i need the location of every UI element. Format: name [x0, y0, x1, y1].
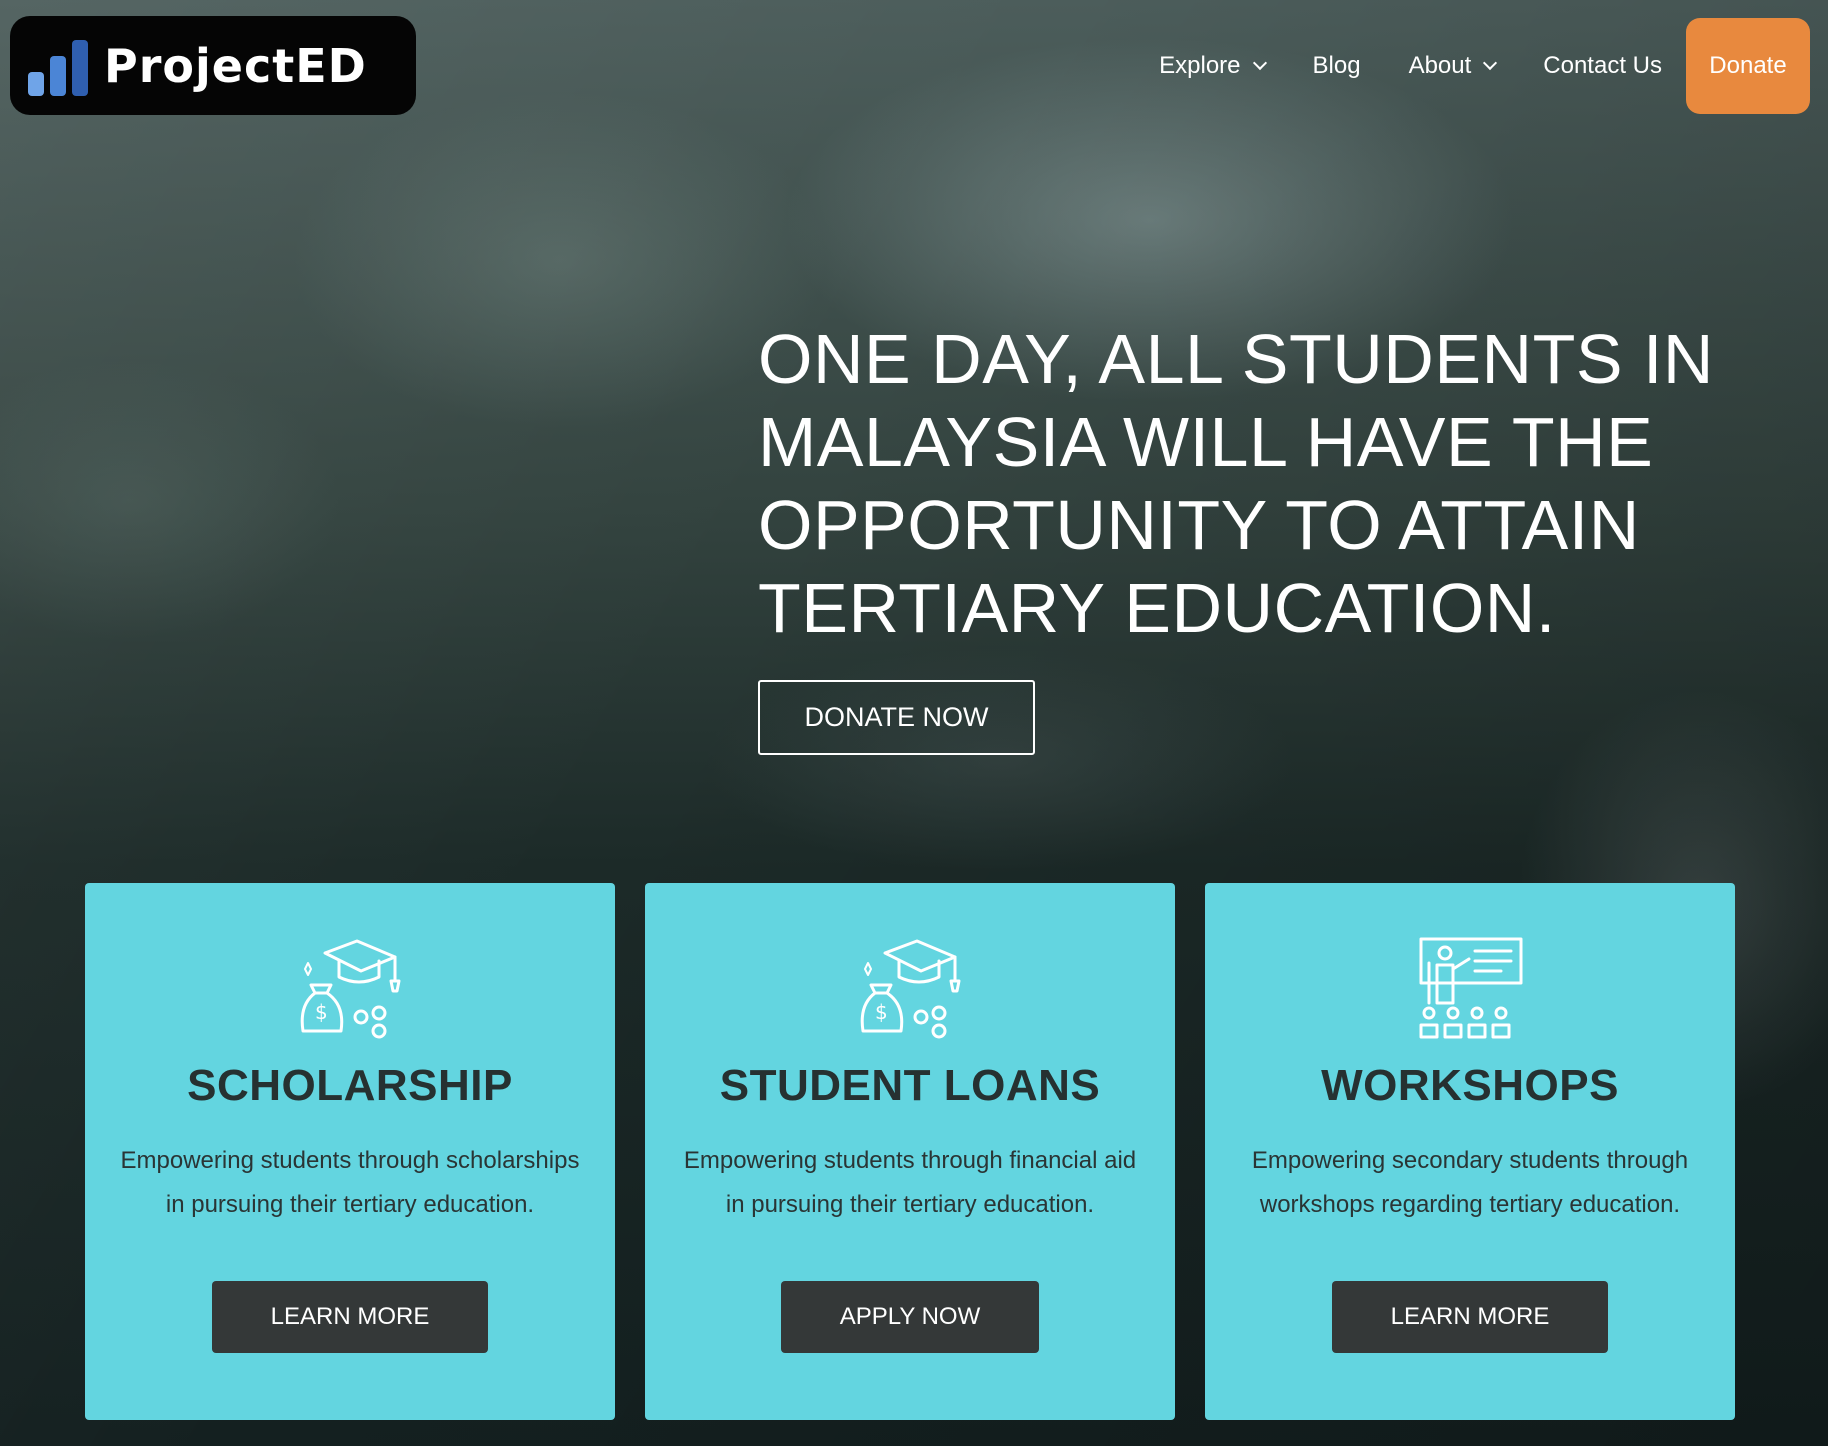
card-title: STUDENT LOANS [719, 1061, 1101, 1110]
nav-item-label: Contact Us [1543, 52, 1662, 79]
learn-more-button[interactable]: LEARN MORE [1332, 1281, 1608, 1353]
nav-item-blog[interactable]: Blog [1313, 52, 1361, 80]
student-loans-card: $ STUDENT LOANS Empowering students thro… [645, 883, 1175, 1420]
scholarship-icon: $ [300, 939, 401, 1039]
nav-item-label: Blog [1312, 52, 1361, 79]
hero-headline: ONE DAY, ALL STUDENTS IN MALAYSIA WILL H… [758, 320, 1714, 647]
nav-item-label: Explore [1159, 52, 1241, 79]
chevron-down-icon [1252, 55, 1267, 71]
card-description: Empowering students through scholarships… [120, 1147, 580, 1218]
nav-item-about[interactable]: About [1408, 52, 1498, 80]
workshops-card: WORKSHOPS Empowering secondary students … [1205, 883, 1735, 1420]
learn-more-button[interactable]: LEARN MORE [212, 1281, 488, 1353]
logo-bars-icon [28, 36, 88, 96]
svg-text:$: $ [875, 1000, 888, 1024]
card-title: WORKSHOPS [1321, 1061, 1619, 1110]
donate-now-button[interactable]: DONATE NOW [758, 680, 1035, 755]
scholarship-card: $ SCHOLARSHIP Empowering students throug… [85, 883, 615, 1420]
card-title: SCHOLARSHIP [187, 1061, 513, 1110]
svg-text:$: $ [315, 1000, 328, 1024]
donate-button[interactable]: Donate [1686, 18, 1810, 114]
apply-now-button[interactable]: APPLY NOW [781, 1281, 1039, 1353]
workshop-icon [1419, 937, 1523, 1039]
nav-item-explore[interactable]: Explore [1159, 52, 1267, 80]
card-description: Empowering students through financial ai… [683, 1147, 1137, 1218]
student-loan-icon: $ [860, 939, 961, 1039]
nav-item-contact-us[interactable]: Contact Us [1543, 52, 1662, 80]
main-nav: Explore Blog About Contact Us Donate [1159, 18, 1810, 114]
site-logo[interactable]: ProjectED [10, 16, 416, 115]
logo-text: ProjectED [104, 38, 367, 93]
nav-item-label: About [1408, 52, 1472, 79]
chevron-down-icon [1483, 55, 1498, 71]
card-description: Empowering secondary students through wo… [1251, 1147, 1689, 1218]
